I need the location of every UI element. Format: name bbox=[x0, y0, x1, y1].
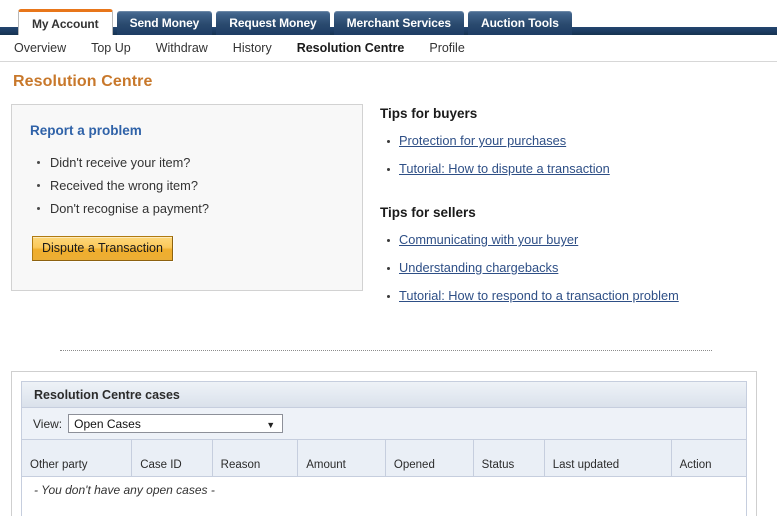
page-root: My Account Send Money Request Money Merc… bbox=[0, 0, 777, 516]
tab-merchant-services-label: Merchant Services bbox=[346, 16, 451, 30]
list-item: Didn't receive your item? bbox=[37, 151, 362, 174]
primary-tabs: My Account Send Money Request Money Merc… bbox=[18, 9, 576, 35]
link-understanding-chargebacks[interactable]: Understanding chargebacks bbox=[399, 260, 558, 275]
resolution-cases-panel-title: Resolution Centre cases bbox=[21, 381, 747, 408]
tab-auction-tools-label: Auction Tools bbox=[481, 16, 559, 30]
section-divider bbox=[60, 350, 712, 351]
tips-for-buyers-list: Protection for your purchases Tutorial: … bbox=[380, 127, 770, 183]
link-protection-for-your-purchases[interactable]: Protection for your purchases bbox=[399, 133, 566, 148]
page-title: Resolution Centre bbox=[13, 73, 153, 90]
empty-state-message: - You don't have any open cases - bbox=[21, 476, 747, 516]
column-header-action[interactable]: Action bbox=[670, 440, 748, 477]
report-problem-card: Report a problem Didn't receive your ite… bbox=[11, 104, 363, 291]
column-header-status[interactable]: Status bbox=[472, 440, 545, 477]
list-item: Understanding chargebacks bbox=[387, 254, 770, 282]
subnav-item-overview[interactable]: Overview bbox=[14, 41, 66, 55]
dispute-transaction-button[interactable]: Dispute a Transaction bbox=[32, 236, 173, 261]
subnav-item-profile[interactable]: Profile bbox=[429, 41, 464, 55]
column-header-case-id[interactable]: Case ID bbox=[131, 440, 213, 477]
cases-table-head: Other party Case ID Reason Amount Opened… bbox=[20, 440, 748, 477]
cases-table: Other party Case ID Reason Amount Opened… bbox=[20, 440, 748, 516]
tab-my-account[interactable]: My Account bbox=[18, 9, 113, 35]
tab-send-money[interactable]: Send Money bbox=[116, 11, 213, 35]
column-header-amount[interactable]: Amount bbox=[297, 440, 386, 477]
list-item: Protection for your purchases bbox=[387, 127, 770, 155]
primary-tab-bar: My Account Send Money Request Money Merc… bbox=[0, 0, 777, 35]
table-row-empty: - You don't have any open cases - bbox=[21, 476, 747, 516]
tab-send-money-label: Send Money bbox=[129, 16, 200, 30]
cases-toolbar: View: Open Cases ▼ bbox=[21, 408, 747, 440]
chevron-down-icon: ▼ bbox=[266, 419, 276, 430]
link-tutorial-how-to-respond-to-a-transaction-problem[interactable]: Tutorial: How to respond to a transactio… bbox=[399, 288, 679, 303]
subnav-item-history[interactable]: History bbox=[233, 41, 272, 55]
list-item: Tutorial: How to dispute a transaction bbox=[387, 155, 770, 183]
column-header-other-party[interactable]: Other party bbox=[20, 440, 133, 477]
tab-my-account-label: My Account bbox=[32, 17, 99, 31]
list-item: Received the wrong item? bbox=[37, 174, 362, 197]
list-item: Tutorial: How to respond to a transactio… bbox=[387, 282, 770, 310]
list-item: Don't recognise a payment? bbox=[37, 197, 362, 220]
link-communicating-with-your-buyer[interactable]: Communicating with your buyer bbox=[399, 232, 578, 247]
cases-table-body: - You don't have any open cases - bbox=[21, 476, 747, 516]
tab-merchant-services[interactable]: Merchant Services bbox=[333, 11, 464, 35]
view-filter-value: Open Cases bbox=[74, 416, 141, 431]
tab-request-money-label: Request Money bbox=[229, 16, 317, 30]
view-filter-select[interactable]: Open Cases ▼ bbox=[68, 414, 284, 433]
resolution-cases-panel: Resolution Centre cases View: Open Cases… bbox=[11, 371, 757, 516]
column-header-opened[interactable]: Opened bbox=[384, 440, 474, 477]
table-header-row: Other party Case ID Reason Amount Opened… bbox=[20, 440, 748, 477]
view-filter-label: View: bbox=[33, 416, 63, 431]
tips-for-sellers-heading: Tips for sellers bbox=[380, 205, 476, 220]
subnav-item-top-up[interactable]: Top Up bbox=[91, 41, 131, 55]
link-tutorial-how-to-dispute-a-transaction[interactable]: Tutorial: How to dispute a transaction bbox=[399, 161, 610, 176]
list-item: Communicating with your buyer bbox=[387, 226, 770, 254]
tab-request-money[interactable]: Request Money bbox=[216, 11, 330, 35]
report-problem-title: Report a problem bbox=[30, 123, 142, 138]
report-problem-card-body: Report a problem Didn't receive your ite… bbox=[12, 105, 362, 261]
tips-section: Tips for buyers Protection for your purc… bbox=[380, 106, 770, 310]
report-problem-list: Didn't receive your item? Received the w… bbox=[30, 151, 362, 220]
tab-auction-tools[interactable]: Auction Tools bbox=[468, 11, 572, 35]
column-header-last-updated[interactable]: Last updated bbox=[543, 440, 672, 477]
subnav-item-resolution-centre[interactable]: Resolution Centre bbox=[297, 41, 405, 55]
tips-for-sellers-list: Communicating with your buyer Understand… bbox=[380, 226, 770, 310]
secondary-nav: Overview Top Up Withdraw History Resolut… bbox=[0, 35, 777, 62]
subnav-item-withdraw[interactable]: Withdraw bbox=[156, 41, 208, 55]
tips-for-buyers-heading: Tips for buyers bbox=[380, 106, 478, 121]
column-header-reason[interactable]: Reason bbox=[211, 440, 299, 477]
